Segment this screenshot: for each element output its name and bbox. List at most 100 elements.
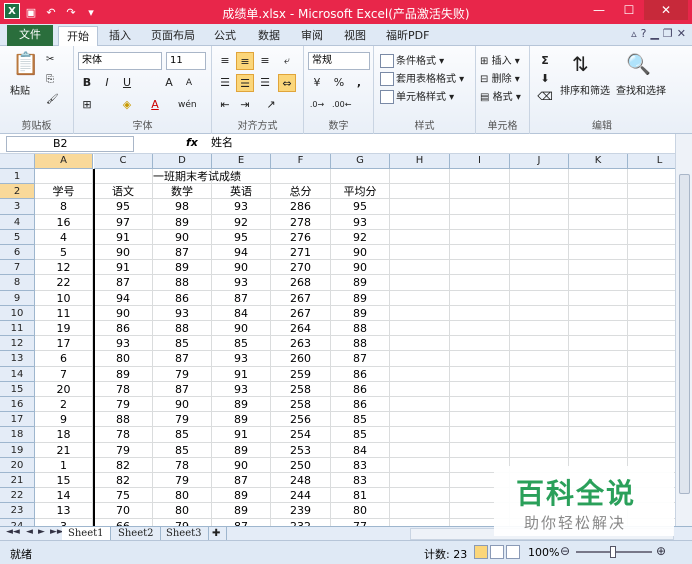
cell[interactable] bbox=[271, 169, 331, 185]
data-cell[interactable]: 75 bbox=[94, 488, 153, 504]
data-cell[interactable]: 93 bbox=[212, 381, 271, 397]
column-header[interactable]: K bbox=[569, 154, 628, 169]
cell[interactable] bbox=[450, 412, 510, 428]
window-restore-icon[interactable]: ❐ bbox=[663, 27, 673, 40]
insert-function-button[interactable]: fx bbox=[186, 136, 198, 149]
row-header[interactable]: 3 bbox=[0, 199, 35, 215]
column-header[interactable]: A bbox=[35, 154, 93, 169]
zoom-level[interactable]: 100% bbox=[528, 546, 559, 559]
header-cell[interactable]: 学号 bbox=[35, 184, 93, 200]
data-cell[interactable]: 271 bbox=[271, 245, 331, 261]
data-cell[interactable]: 260 bbox=[271, 351, 331, 367]
cell[interactable] bbox=[390, 518, 450, 526]
data-cell[interactable]: 22 bbox=[35, 275, 93, 291]
cell[interactable] bbox=[510, 245, 569, 261]
cell[interactable] bbox=[510, 260, 569, 276]
cell[interactable] bbox=[450, 321, 510, 337]
data-cell[interactable]: 87 bbox=[153, 245, 212, 261]
format-painter-icon[interactable]: 🖌 bbox=[46, 94, 59, 105]
data-cell[interactable]: 95 bbox=[331, 199, 390, 215]
data-cell[interactable]: 91 bbox=[94, 260, 153, 276]
cell[interactable] bbox=[390, 442, 450, 458]
window-close-icon[interactable]: ✕ bbox=[677, 27, 686, 40]
row-header[interactable]: 16 bbox=[0, 397, 35, 413]
data-cell[interactable]: 93 bbox=[153, 305, 212, 321]
cell[interactable] bbox=[450, 381, 510, 397]
bold-button[interactable]: B bbox=[78, 74, 96, 92]
format-cells-button[interactable]: ▤ 格式 ▾ bbox=[480, 88, 521, 103]
insert-sheet-icon[interactable]: ✚ bbox=[206, 527, 228, 541]
data-cell[interactable]: 270 bbox=[271, 260, 331, 276]
cell[interactable] bbox=[510, 427, 569, 443]
data-cell[interactable]: 90 bbox=[212, 260, 271, 276]
data-cell[interactable]: 239 bbox=[271, 503, 331, 519]
window-minimize-icon[interactable]: ▁ bbox=[650, 27, 658, 40]
wrap-text-icon[interactable]: ⤶ bbox=[278, 52, 296, 70]
tab-page-layout[interactable]: 页面布局 bbox=[143, 26, 203, 46]
cell[interactable] bbox=[510, 336, 569, 352]
fill-color-icon[interactable]: ◈ bbox=[118, 96, 136, 114]
cell[interactable] bbox=[569, 275, 628, 291]
decrease-indent-icon[interactable]: ⇤ bbox=[216, 96, 234, 114]
collapse-ribbon-icon[interactable]: ▵ bbox=[631, 27, 637, 40]
data-cell[interactable]: 268 bbox=[271, 275, 331, 291]
data-cell[interactable]: 92 bbox=[331, 229, 390, 245]
data-cell[interactable]: 89 bbox=[212, 412, 271, 428]
cell[interactable] bbox=[510, 321, 569, 337]
orientation-icon[interactable]: ↗ bbox=[262, 96, 280, 114]
cell[interactable] bbox=[450, 245, 510, 261]
cell[interactable] bbox=[569, 381, 628, 397]
data-cell[interactable]: 3 bbox=[35, 518, 93, 526]
data-cell[interactable]: 89 bbox=[94, 366, 153, 382]
cell[interactable] bbox=[390, 321, 450, 337]
cell[interactable] bbox=[94, 169, 153, 185]
sheet-nav-first-icon[interactable]: ◄◄ bbox=[6, 527, 20, 537]
data-cell[interactable]: 89 bbox=[331, 290, 390, 306]
data-cell[interactable]: 97 bbox=[94, 214, 153, 230]
data-cell[interactable]: 77 bbox=[331, 518, 390, 526]
zoom-in-icon[interactable]: ⊕ bbox=[656, 544, 666, 558]
cell[interactable] bbox=[569, 351, 628, 367]
cell[interactable] bbox=[510, 412, 569, 428]
tab-view[interactable]: 视图 bbox=[336, 26, 374, 46]
sheet-nav-prev-icon[interactable]: ◄ bbox=[26, 527, 33, 537]
cell[interactable] bbox=[450, 336, 510, 352]
header-cell[interactable]: 语文 bbox=[94, 184, 153, 200]
cell[interactable] bbox=[390, 214, 450, 230]
cell[interactable] bbox=[569, 412, 628, 428]
formula-input[interactable]: 姓名 bbox=[205, 136, 675, 152]
font-size-select[interactable]: 11 bbox=[166, 52, 206, 70]
column-header[interactable]: F bbox=[271, 154, 331, 169]
data-cell[interactable]: 80 bbox=[153, 488, 212, 504]
column-header[interactable]: D bbox=[153, 154, 212, 169]
cell[interactable] bbox=[390, 397, 450, 413]
data-cell[interactable]: 91 bbox=[212, 366, 271, 382]
data-cell[interactable]: 83 bbox=[331, 457, 390, 473]
cell[interactable] bbox=[390, 184, 450, 200]
cell[interactable] bbox=[390, 290, 450, 306]
cell[interactable] bbox=[569, 260, 628, 276]
cell[interactable] bbox=[510, 442, 569, 458]
cell[interactable] bbox=[510, 214, 569, 230]
data-cell[interactable]: 78 bbox=[153, 457, 212, 473]
fill-icon[interactable]: ⬇ bbox=[536, 70, 554, 88]
header-cell[interactable]: 数学 bbox=[153, 184, 212, 200]
cell[interactable] bbox=[390, 336, 450, 352]
cell[interactable] bbox=[390, 199, 450, 215]
paste-icon[interactable]: 📋 bbox=[12, 52, 39, 77]
column-header[interactable]: I bbox=[450, 154, 510, 169]
data-cell[interactable]: 276 bbox=[271, 229, 331, 245]
close-button[interactable]: ✕ bbox=[644, 0, 688, 20]
name-box[interactable]: B2 bbox=[6, 136, 134, 152]
vertical-scrollbar[interactable] bbox=[675, 134, 692, 526]
copy-icon[interactable]: ⎘ bbox=[46, 74, 54, 85]
data-cell[interactable]: 18 bbox=[35, 427, 93, 443]
data-cell[interactable]: 250 bbox=[271, 457, 331, 473]
cell[interactable] bbox=[390, 229, 450, 245]
data-cell[interactable]: 90 bbox=[212, 321, 271, 337]
cell[interactable] bbox=[510, 184, 569, 200]
data-cell[interactable]: 89 bbox=[331, 275, 390, 291]
phonetic-button[interactable]: wén bbox=[178, 96, 197, 114]
italic-button[interactable]: I bbox=[98, 74, 116, 92]
data-cell[interactable]: 87 bbox=[212, 518, 271, 526]
